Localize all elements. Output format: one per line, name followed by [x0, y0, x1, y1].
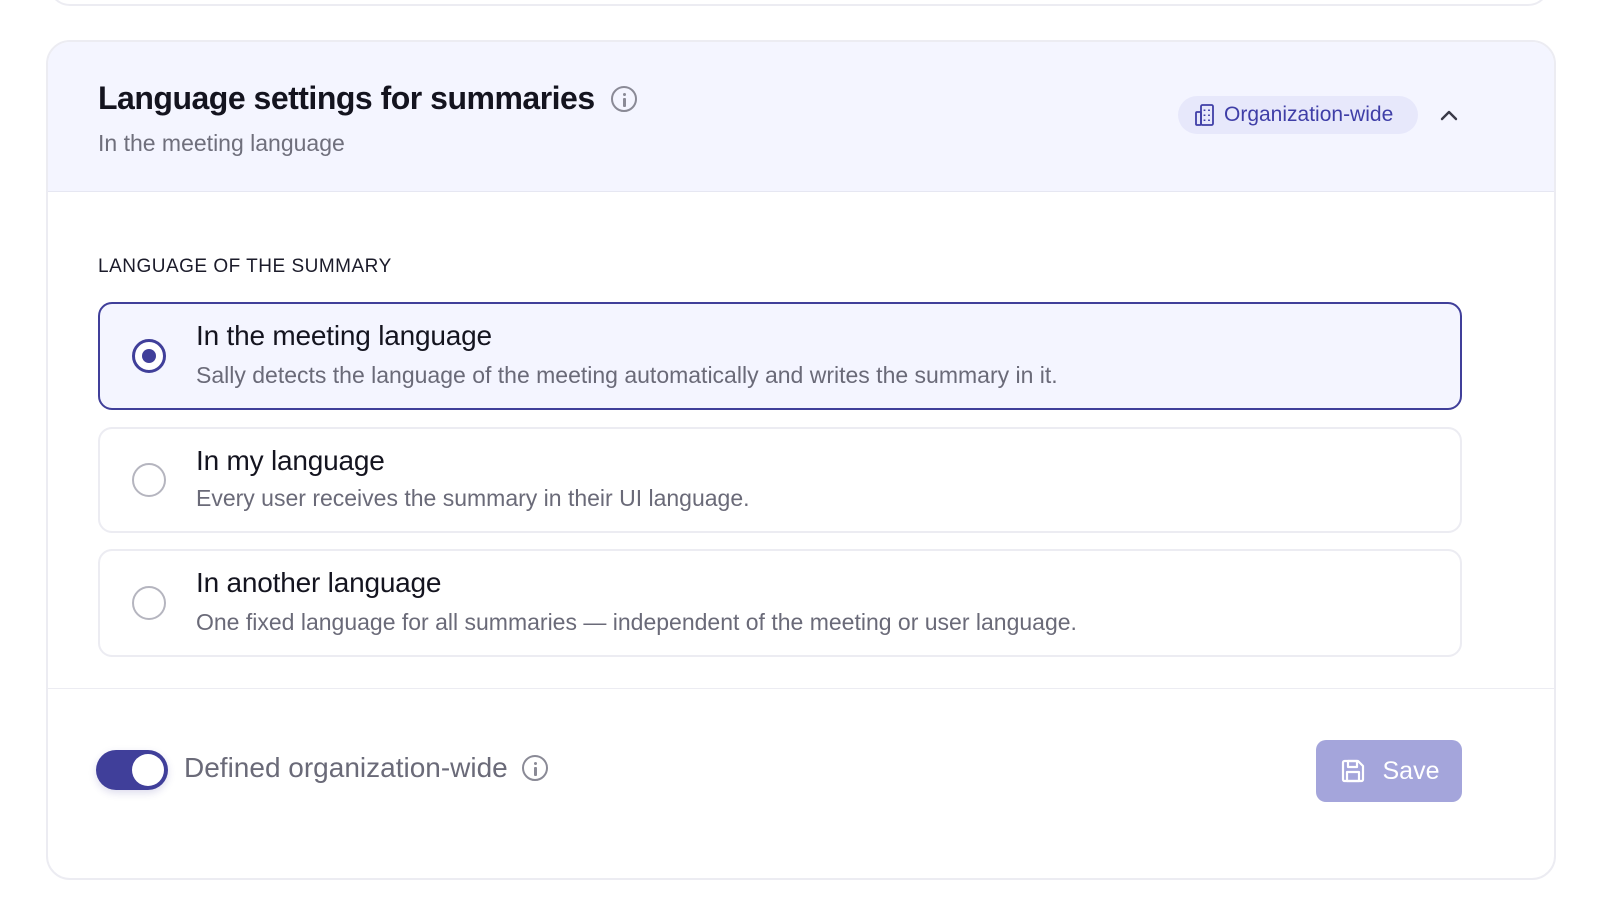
language-settings-card: Language settings for summaries In the m…	[46, 40, 1556, 880]
toggle-label: Defined organization-wide	[184, 752, 508, 783]
card-header: Language settings for summaries In the m…	[48, 42, 1554, 192]
save-button[interactable]: Save	[1316, 740, 1462, 802]
save-icon	[1341, 759, 1364, 783]
card-title-row: Language settings for summaries	[98, 80, 637, 117]
section-label: LANGUAGE OF THE SUMMARY	[98, 256, 392, 277]
building-icon	[1195, 104, 1214, 126]
footer-divider	[48, 688, 1554, 689]
toggle-knob	[132, 754, 164, 786]
organization-wide-toggle[interactable]	[96, 750, 168, 790]
option-description: Sally detects the language of the meetin…	[196, 362, 1058, 388]
option-title: In another language	[196, 567, 442, 598]
radio-my-language[interactable]	[132, 463, 166, 497]
toggle-label-row: Defined organization-wide	[184, 752, 548, 784]
option-title: In my language	[196, 445, 385, 476]
scope-badge-label: Organization-wide	[1224, 103, 1394, 126]
option-my-language[interactable]: In my language Every user receives the s…	[98, 427, 1462, 533]
option-description: One fixed language for all summaries — i…	[196, 609, 1077, 635]
radio-another-language[interactable]	[132, 586, 166, 620]
option-meeting-language[interactable]: In the meeting language Sally detects th…	[98, 302, 1462, 410]
save-label: Save	[1382, 756, 1440, 785]
option-title: In the meeting language	[196, 320, 492, 351]
radio-meeting-language[interactable]	[132, 339, 166, 373]
info-icon[interactable]	[610, 85, 637, 112]
card-title: Language settings for summaries	[98, 80, 595, 116]
option-description: Every user receives the summary in their…	[196, 485, 750, 511]
chevron-up-icon[interactable]	[1436, 102, 1462, 128]
option-another-language[interactable]: In another language One fixed language f…	[98, 549, 1462, 657]
info-icon[interactable]	[521, 755, 548, 781]
scope-badge: Organization-wide	[1178, 96, 1418, 134]
card-subtitle: In the meeting language	[98, 130, 345, 156]
previous-card-edge	[48, 0, 1550, 6]
